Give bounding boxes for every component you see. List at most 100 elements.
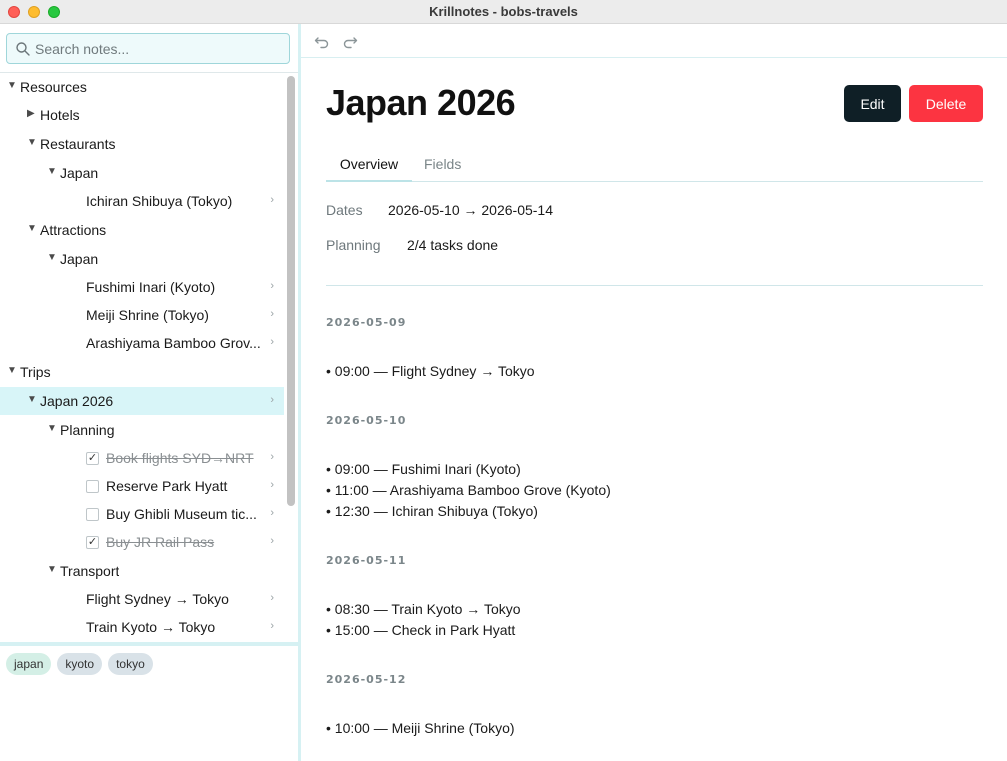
- chevron-right-icon: ›: [270, 394, 274, 406]
- tree-item-label: Fushimi Inari (Kyoto): [86, 279, 216, 295]
- title-bar: Krillnotes - bobs-travels: [0, 0, 1007, 24]
- tree-item-label: Buy JR Rail Pass: [106, 534, 215, 550]
- day-heading: 2026-05-09: [326, 316, 407, 329]
- tag-japan[interactable]: japan: [6, 653, 52, 675]
- day-heading: 2026-05-10: [326, 414, 407, 427]
- caret-down-icon[interactable]: ▼: [7, 80, 17, 91]
- caret-down-icon[interactable]: ▼: [47, 423, 57, 434]
- chevron-right-icon: ›: [270, 308, 274, 320]
- tree-item-trips[interactable]: ▼ Trips: [0, 358, 284, 386]
- caret-down-icon[interactable]: ▼: [27, 223, 37, 234]
- tree-item-label: Resources: [20, 79, 87, 95]
- undo-icon[interactable]: [314, 33, 330, 49]
- tree-scrollbar[interactable]: [287, 76, 295, 506]
- editor-toolbar: [301, 24, 1007, 58]
- caret-down-icon[interactable]: ▼: [47, 564, 57, 575]
- window-title: Krillnotes - bobs-travels: [429, 4, 578, 19]
- itinerary-entry: • 15:00 — Check in Park Hyatt: [326, 622, 516, 638]
- tree-item-hotels[interactable]: ▶ Hotels: [0, 101, 284, 129]
- caret-down-icon[interactable]: ▼: [27, 137, 37, 148]
- itinerary-entry: • 08:30 — Train Kyoto → Tokyo: [326, 601, 521, 617]
- tree-item-ichiran-shibuya[interactable]: Ichiran Shibuya (Tokyo) ›: [0, 187, 284, 215]
- caret-right-icon[interactable]: ▶: [27, 108, 37, 119]
- tree-item-planning[interactable]: ▼ Planning: [0, 416, 284, 444]
- tree-item-label: Ichiran Shibuya (Tokyo): [86, 193, 233, 209]
- tree-item-jr-rail-pass[interactable]: ✓ Buy JR Rail Pass ›: [0, 528, 284, 556]
- task-checkbox[interactable]: ✓: [86, 452, 99, 465]
- note-view: Japan 2026 Edit Delete Overview Fields D…: [301, 24, 1007, 761]
- tree-item-flight-sydney-tokyo[interactable]: Flight Sydney → Tokyo ›: [0, 585, 284, 613]
- tree-item-attractions[interactable]: ▼ Attractions: [0, 216, 284, 244]
- chevron-right-icon: ›: [270, 620, 274, 632]
- chevron-right-icon: ›: [270, 451, 274, 463]
- note-tabs: Overview Fields: [326, 150, 983, 182]
- caret-down-icon[interactable]: ▼: [47, 252, 57, 263]
- search-icon: [16, 42, 30, 56]
- field-label-planning: Planning: [326, 237, 381, 253]
- search-box[interactable]: [6, 33, 290, 64]
- tree-item-label: Planning: [60, 422, 115, 438]
- task-checkbox[interactable]: [86, 508, 99, 521]
- tree-item-transport[interactable]: ▼ Transport: [0, 557, 284, 585]
- tag-kyoto[interactable]: kyoto: [57, 653, 103, 675]
- itinerary-entry: • 09:00 — Fushimi Inari (Kyoto): [326, 461, 521, 477]
- field-value-planning: 2/4 tasks done: [407, 237, 499, 253]
- tree-item-label: Restaurants: [40, 136, 116, 152]
- tree-item-book-flights[interactable]: ✓ Book flights SYD→NRT ›: [0, 444, 284, 472]
- redo-icon[interactable]: [342, 33, 358, 49]
- tree-item-label: Book flights SYD→NRT: [106, 450, 254, 466]
- tree-item-label: Flight Sydney → Tokyo: [86, 591, 229, 607]
- itinerary-entry: • 12:30 — Ichiran Shibuya (Tokyo): [326, 503, 538, 519]
- tree-item-resources[interactable]: ▼ Resources: [0, 73, 284, 101]
- field-value-dates: 2026-05-10 → 2026-05-14: [388, 202, 554, 218]
- tree-item-train-kyoto-tokyo[interactable]: Train Kyoto → Tokyo ›: [0, 613, 284, 641]
- field-label-dates: Dates: [326, 202, 363, 218]
- note-tree: ▼ Resources ▶ Hotels ▼ Restaurants ▼ Jap…: [0, 73, 284, 642]
- note-title: Japan 2026: [326, 82, 516, 123]
- day-heading: 2026-05-12: [326, 673, 407, 686]
- tree-item-label: Meiji Shrine (Tokyo): [86, 307, 209, 323]
- tree-item-japan-2026[interactable]: ▼ Japan 2026 ›: [0, 387, 284, 415]
- tree-item-label: Attractions: [40, 222, 107, 238]
- tag-tokyo[interactable]: tokyo: [108, 653, 153, 675]
- tab-fields[interactable]: Fields: [424, 156, 461, 182]
- chevron-right-icon: ›: [270, 592, 274, 604]
- chevron-right-icon: ›: [270, 535, 274, 547]
- chevron-right-icon: ›: [270, 336, 274, 348]
- tree-item-label: Trips: [20, 364, 51, 380]
- delete-button[interactable]: Delete: [909, 85, 983, 122]
- tree-item-meiji-shrine[interactable]: Meiji Shrine (Tokyo) ›: [0, 301, 284, 329]
- itinerary-entry: • 09:00 — Flight Sydney → Tokyo: [326, 363, 535, 379]
- edit-button[interactable]: Edit: [844, 85, 901, 122]
- tree-item-label: Train Kyoto → Tokyo: [86, 619, 216, 635]
- itinerary-entry: • 11:00 — Arashiyama Bamboo Grove (Kyoto…: [326, 482, 611, 498]
- tree-item-label: Buy Ghibli Museum tic...: [106, 506, 257, 522]
- tree-item-attractions-japan[interactable]: ▼ Japan: [0, 245, 284, 273]
- tree-item-reserve-park-hyatt[interactable]: Reserve Park Hyatt ›: [0, 472, 284, 500]
- task-checkbox[interactable]: [86, 480, 99, 493]
- chevron-right-icon: ›: [270, 194, 274, 206]
- tree-item-ghibli-museum[interactable]: Buy Ghibli Museum tic... ›: [0, 500, 284, 528]
- itinerary-entry: • 10:00 — Meiji Shrine (Tokyo): [326, 720, 515, 736]
- caret-down-icon[interactable]: ▼: [27, 394, 37, 405]
- chevron-right-icon: ›: [270, 507, 274, 519]
- tree-item-label: Hotels: [40, 107, 80, 123]
- tag-list: japan kyoto tokyo: [6, 653, 159, 675]
- tab-overview[interactable]: Overview: [326, 156, 412, 182]
- search-input[interactable]: [35, 39, 285, 59]
- chevron-right-icon: ›: [270, 280, 274, 292]
- tree-item-label: Japan: [60, 251, 99, 267]
- caret-down-icon[interactable]: ▼: [7, 365, 17, 376]
- task-checkbox[interactable]: ✓: [86, 536, 99, 549]
- day-heading: 2026-05-11: [326, 554, 407, 567]
- tree-item-label: Arashiyama Bamboo Grov...: [86, 335, 261, 351]
- tree-item-arashiyama[interactable]: Arashiyama Bamboo Grov... ›: [0, 329, 284, 357]
- content-divider: [326, 285, 983, 286]
- tree-item-restaurants[interactable]: ▼ Restaurants: [0, 130, 284, 158]
- tags-divider[interactable]: [0, 642, 298, 646]
- tree-item-restaurants-japan[interactable]: ▼ Japan: [0, 159, 284, 187]
- tree-item-label: Transport: [60, 563, 120, 579]
- caret-down-icon[interactable]: ▼: [47, 166, 57, 177]
- tree-item-label: Japan: [60, 165, 99, 181]
- tree-item-fushimi-inari[interactable]: Fushimi Inari (Kyoto) ›: [0, 273, 284, 301]
